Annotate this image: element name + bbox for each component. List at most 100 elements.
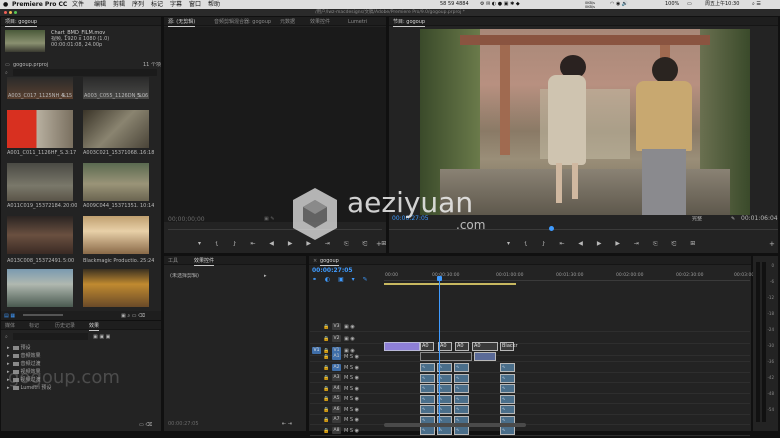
clip-thumbnail[interactable]: A003_C017_1125NH_S... 4:15 <box>7 77 73 99</box>
lock-icon[interactable]: 🔒 <box>323 407 329 413</box>
lock-icon[interactable]: 🔒 <box>323 354 329 360</box>
track-toggle-icons[interactable]: M S ◉ <box>344 365 359 371</box>
snap-icon[interactable]: ⚭ ◐ ▣ ▾ ✎ <box>312 277 371 283</box>
search-icon[interactable]: ⌕ <box>5 70 8 76</box>
effects-filter-icons[interactable]: ▣ ▣ ▣ <box>93 334 110 340</box>
tab-metadata[interactable]: 元数据 <box>280 19 295 25</box>
track-label[interactable]: A3 <box>332 374 341 381</box>
track-label[interactable]: A2 <box>332 363 341 371</box>
clip-thumbnail[interactable] <box>7 163 73 201</box>
track-toggle-icons[interactable]: M S ◉ <box>344 375 359 381</box>
audio-clip[interactable]: ∿ <box>500 394 515 404</box>
close-icon[interactable] <box>4 11 7 14</box>
program-scrubber[interactable] <box>389 229 778 230</box>
menu-file[interactable]: 文件 <box>72 0 84 9</box>
tab-sequence[interactable]: gogoup <box>320 258 339 266</box>
minimize-icon[interactable] <box>9 11 12 14</box>
audio-clip[interactable]: ∿ <box>420 426 435 435</box>
audio-clip[interactable]: ∿ <box>420 384 435 393</box>
tab-markers[interactable]: 标记 <box>29 323 39 329</box>
new-item-icon[interactable]: ▣ ⌕ ▭ ⌫ <box>121 313 145 319</box>
lock-icon[interactable]: 🔒 <box>323 417 329 423</box>
tab-project[interactable]: 项目: gogoup <box>5 19 38 27</box>
menu-window[interactable]: 窗口 <box>189 0 201 9</box>
program-add-button-icon[interactable]: + <box>769 241 775 247</box>
source-timecode[interactable]: 00;00;00;00 <box>168 216 205 223</box>
tab-effects[interactable]: 效果 <box>89 323 100 331</box>
lock-icon[interactable]: 🔒 <box>323 428 329 434</box>
audio-clip[interactable]: ∿ <box>420 363 435 372</box>
program-fit-select[interactable]: 完整 <box>692 216 702 222</box>
audio-clip[interactable]: ∿ <box>454 394 469 404</box>
tab-effect-controls[interactable]: 效果控件 <box>310 19 330 25</box>
apple-icon[interactable]: ● <box>3 0 8 9</box>
tab-tools[interactable]: 工具 <box>168 258 178 264</box>
lock-icon[interactable]: 🔒 <box>323 324 329 330</box>
search-icon[interactable]: ⌕ <box>5 334 8 340</box>
clip-thumbnail[interactable]: A003_C055_1126DN_S... 5:06 <box>83 77 149 99</box>
track-label[interactable]: V2 <box>332 335 341 342</box>
menu-marker[interactable]: 标记 <box>151 0 163 9</box>
track-label[interactable]: A8 <box>332 426 341 434</box>
menu-help[interactable]: 帮助 <box>208 0 220 9</box>
tab-history[interactable]: 历史记录 <box>55 323 75 329</box>
audio-clip[interactable]: ∿ <box>454 384 469 393</box>
menu-title[interactable]: 字幕 <box>170 0 182 9</box>
zoom-slider[interactable] <box>23 314 63 316</box>
lock-icon[interactable]: 🔒 <box>323 375 329 381</box>
effects-search-input[interactable] <box>13 333 88 340</box>
audio-clip[interactable]: ∿ <box>454 405 469 414</box>
track-toggle-icons[interactable]: M S ◉ <box>344 386 359 392</box>
audio-clip[interactable]: ∿ <box>500 373 515 383</box>
menu-sequence[interactable]: 序列 <box>132 0 144 9</box>
search-icon[interactable]: ⌕ ☰ <box>752 0 761 9</box>
audio-clip[interactable]: ∿ <box>454 363 469 372</box>
program-transport-controls[interactable]: ▾ { } ⇤ ◀ ▶ ▶ ⇥ ⎘ ⎗ ⊞ <box>507 241 701 247</box>
lock-icon[interactable]: 🔒 <box>323 396 329 402</box>
video-clip[interactable] <box>384 342 420 351</box>
zoom-icon[interactable] <box>14 11 17 14</box>
track-label[interactable]: A6 <box>332 405 341 413</box>
new-bin-icon[interactable]: ▭ ⌫ <box>139 422 152 428</box>
expand-icon[interactable]: ▸ <box>264 273 267 279</box>
clock[interactable]: 周五上午10:30 <box>705 0 739 9</box>
timeline-timecode[interactable]: 00:00:27:05 <box>312 267 353 274</box>
track-toggle-icons[interactable]: ▣ ◉ <box>344 324 355 330</box>
tab-lumetri[interactable]: Lumetri <box>348 19 367 25</box>
menu-edit[interactable]: 编辑 <box>94 0 106 9</box>
lock-icon[interactable]: 🔒 <box>323 336 329 342</box>
tab-effect-controls[interactable]: 效果控件 <box>194 258 215 266</box>
close-tab-icon[interactable]: × <box>313 258 317 264</box>
timeline-scrollbar[interactable] <box>384 423 526 427</box>
audio-clip[interactable]: ∿ <box>500 384 515 393</box>
audio-clip[interactable]: ∿ <box>500 426 515 435</box>
track-label[interactable]: A1 <box>332 353 341 360</box>
list-view-icon[interactable]: ▤ ▦ <box>4 313 15 319</box>
clip-thumbnail[interactable] <box>7 216 73 254</box>
tab-program[interactable]: 节目: gogoup <box>393 19 426 27</box>
audio-clip[interactable]: ∿ <box>454 373 469 383</box>
app-menu[interactable]: Premiere Pro CC <box>12 0 67 9</box>
project-search-input[interactable] <box>13 69 157 76</box>
clip-thumbnail[interactable] <box>83 216 149 254</box>
source-settings-icon[interactable]: ▣ ✎ <box>264 216 275 222</box>
work-area-bar[interactable] <box>384 283 516 285</box>
audio-clip[interactable]: ∿ <box>420 373 435 383</box>
track-label[interactable]: A4 <box>332 384 341 392</box>
audio-clip[interactable]: ∿ <box>420 394 435 404</box>
effect-controls-icons[interactable]: ⇤ ⇥ <box>282 421 292 427</box>
track-toggle-icons[interactable]: M S ◉ <box>344 407 359 413</box>
clip-thumbnail[interactable] <box>7 269 73 307</box>
lock-icon[interactable]: 🔒 <box>323 365 329 371</box>
battery-icon[interactable]: ▭ <box>687 0 692 9</box>
wrench-icon[interactable]: ✎ <box>731 216 735 222</box>
source-scrubber[interactable] <box>168 229 382 230</box>
effects-folder-audio-effects[interactable]: ▸ 音频效果 <box>7 353 41 359</box>
lock-icon[interactable]: 🔒 <box>323 386 329 392</box>
audio-clip[interactable]: ∿ <box>500 405 515 414</box>
audio-clip[interactable]: ∿ <box>420 405 435 414</box>
menu-clip[interactable]: 剪辑 <box>113 0 125 9</box>
source-add-button-icon[interactable]: + <box>376 241 382 247</box>
track-toggle-icons[interactable]: M S ◉ <box>344 428 359 434</box>
tab-source[interactable]: 源: (无剪辑) <box>168 19 196 27</box>
